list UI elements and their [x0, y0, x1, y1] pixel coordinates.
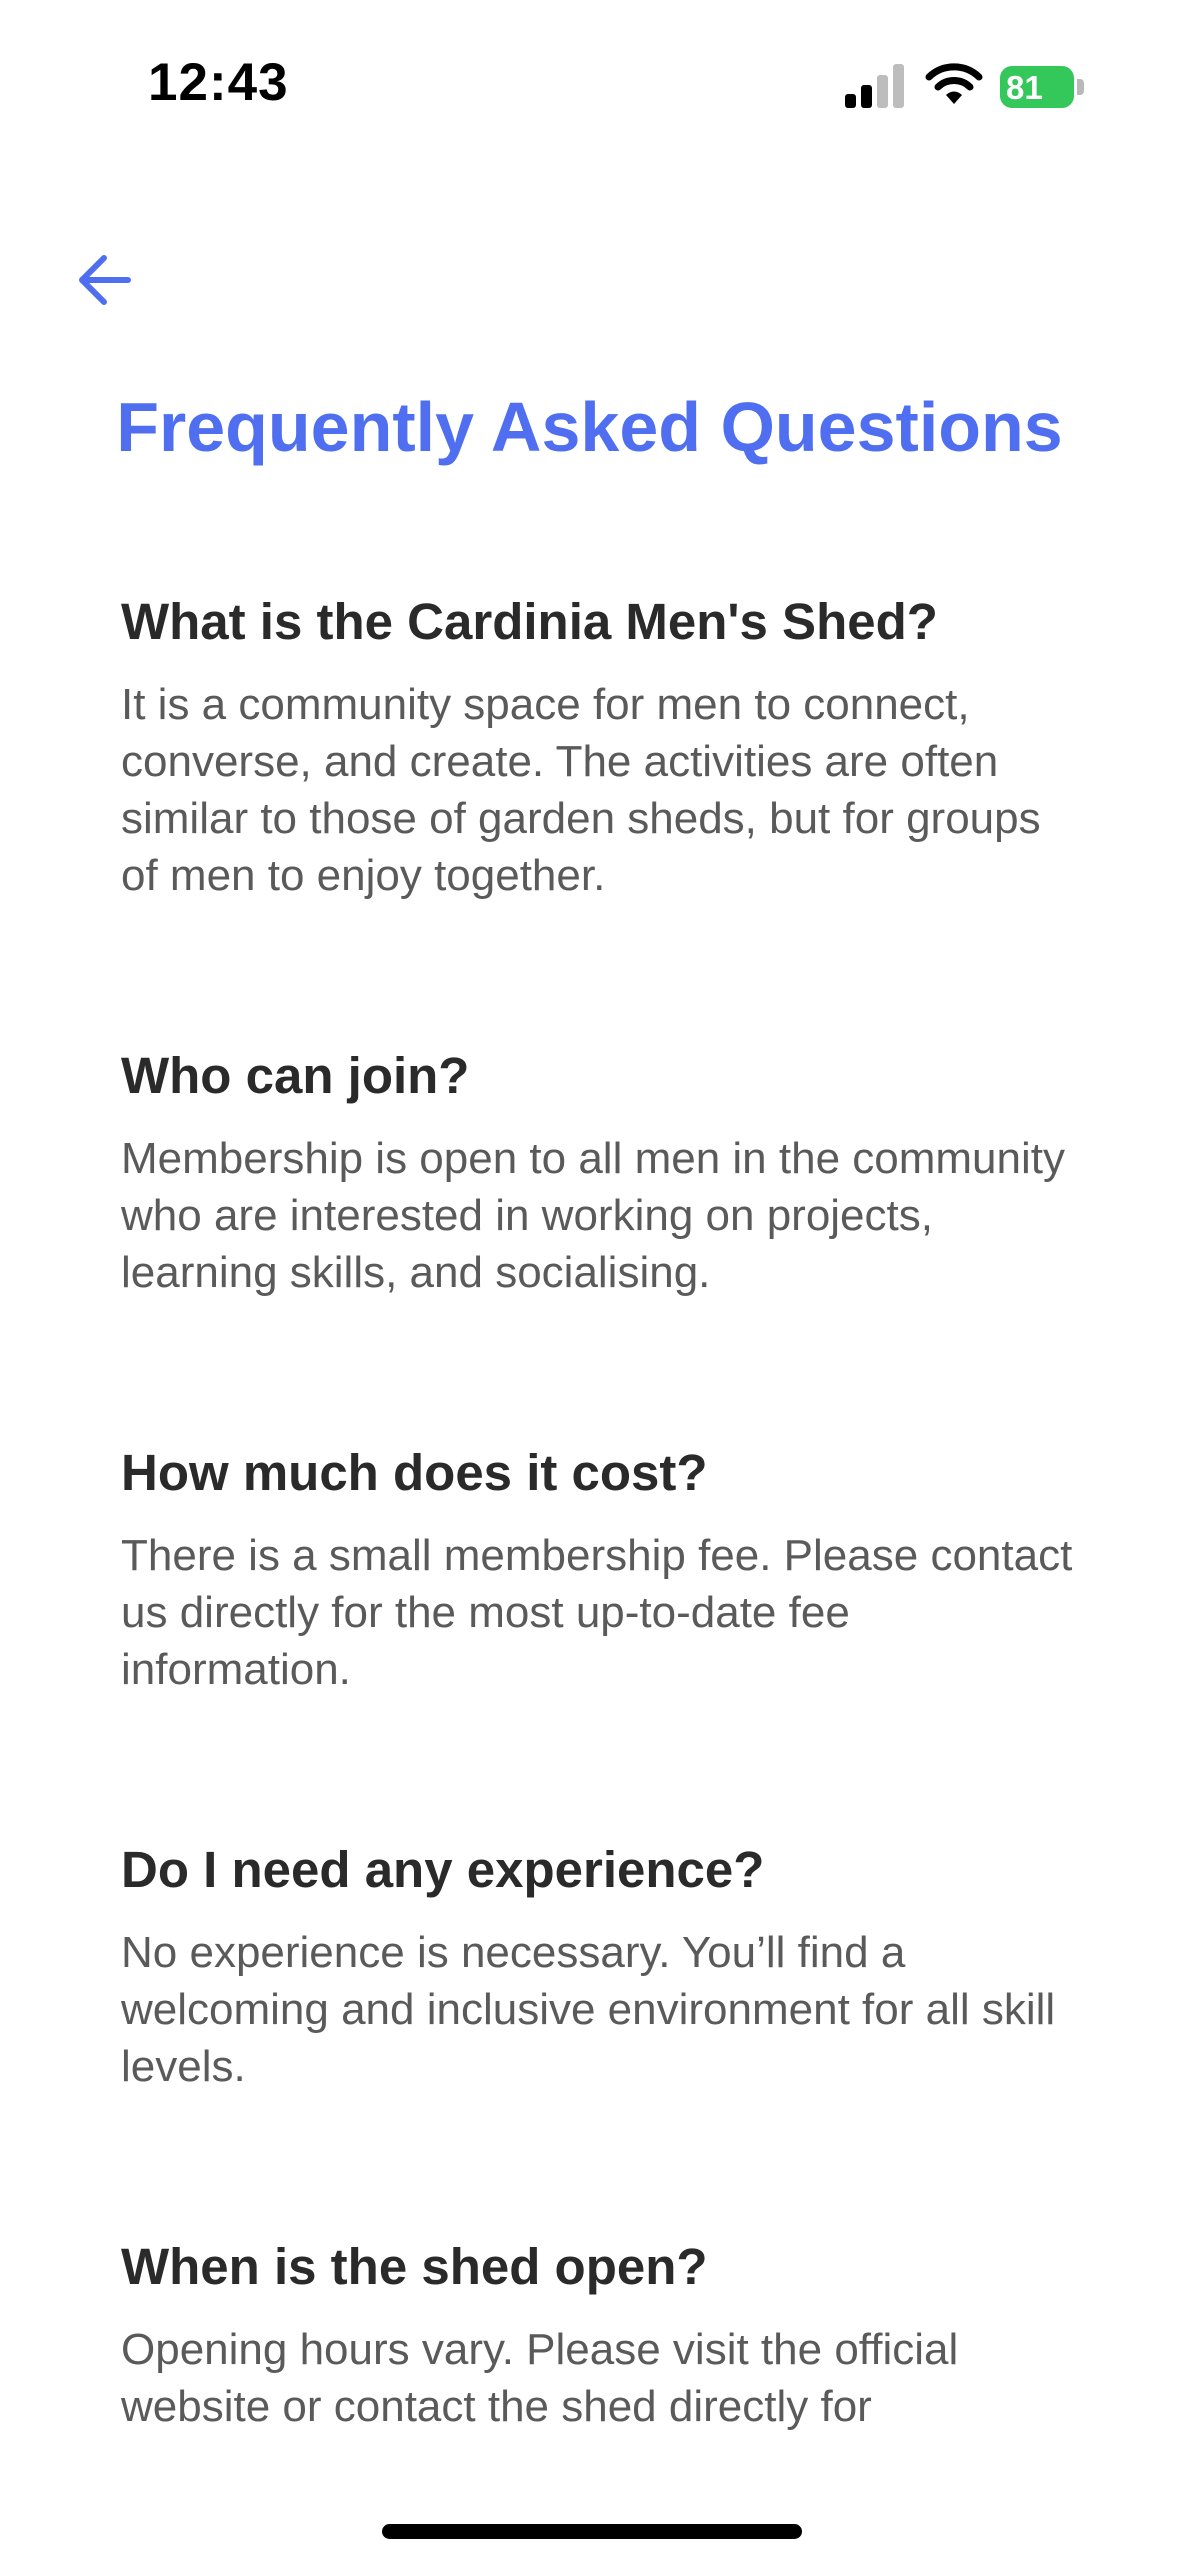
faq-item: What is the Cardinia Men's Shed? It is a…	[121, 590, 1081, 904]
faq-question: When is the shed open?	[121, 2238, 708, 2295]
faq-question: Do I need any experience?	[121, 1841, 765, 1898]
battery-icon: 81	[1000, 66, 1086, 108]
faq-item: When is the shed open? Opening hours var…	[121, 2235, 1081, 2435]
faq-answer: There is a small membership fee. Please …	[121, 1531, 1073, 1694]
faq-item: Who can join? Membership is open to all …	[121, 1044, 1081, 1301]
battery-body: 81	[1000, 66, 1074, 108]
back-button[interactable]	[70, 245, 140, 315]
faq-item: Do I need any experience? No experience …	[121, 1838, 1081, 2095]
battery-level: 81	[1006, 69, 1043, 106]
battery-cap	[1077, 79, 1084, 95]
cellular-signal-icon	[845, 64, 904, 108]
status-time: 12:43	[148, 53, 289, 112]
faq-question: What is the Cardinia Men's Shed?	[121, 593, 938, 650]
wifi-icon	[925, 63, 983, 104]
faq-question: Who can join?	[121, 1047, 470, 1104]
faq-item: How much does it cost? There is a small …	[121, 1441, 1081, 1698]
home-indicator[interactable]	[382, 2524, 802, 2539]
status-bar: 12:43 81	[0, 0, 1179, 170]
faq-question: How much does it cost?	[121, 1444, 708, 1501]
faq-answer: Opening hours vary. Please visit the off…	[121, 2325, 959, 2431]
faq-answer: No experience is necessary. You’ll find …	[121, 1928, 1056, 2091]
faq-answer: It is a community space for men to conne…	[121, 680, 1041, 900]
page-title: Frequently Asked Questions	[116, 388, 1063, 466]
arrow-left-icon	[79, 255, 131, 305]
faq-list[interactable]: What is the Cardinia Men's Shed? It is a…	[121, 590, 1081, 2466]
faq-answer: Membership is open to all men in the com…	[121, 1134, 1065, 1297]
